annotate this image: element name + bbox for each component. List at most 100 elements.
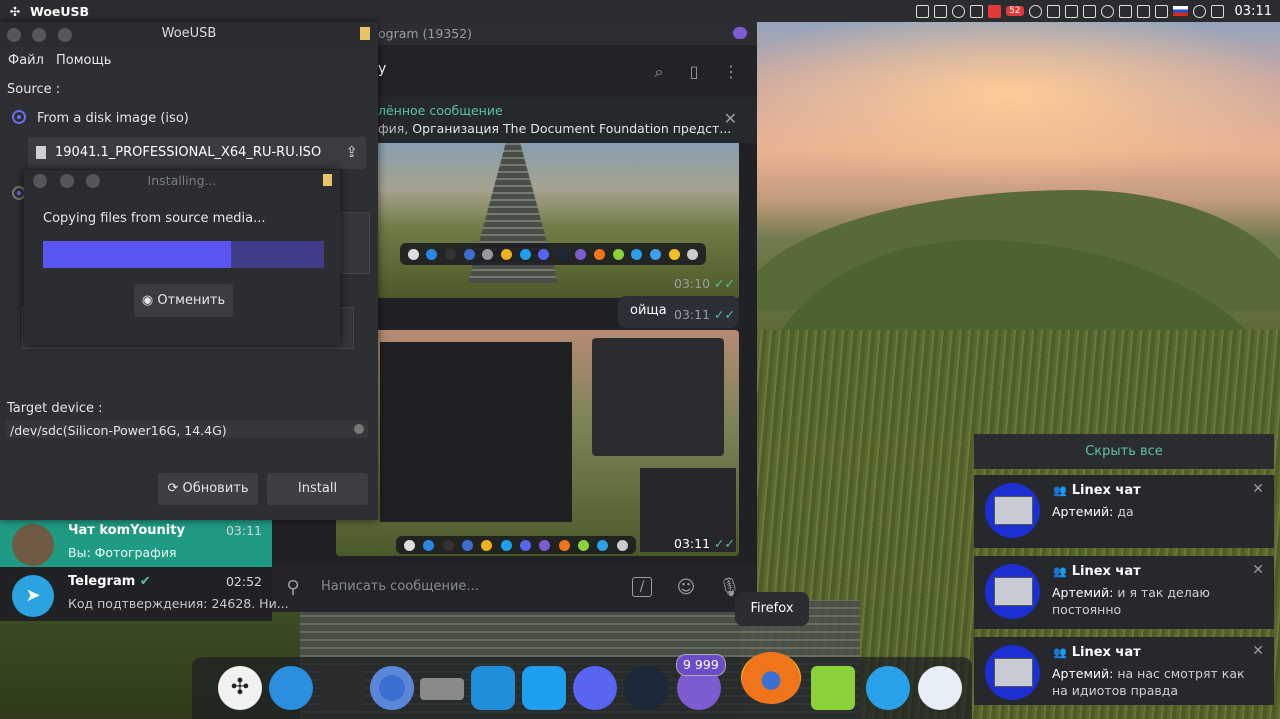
chat-preview: Код подтверждения: 24628. Ни... (68, 596, 289, 611)
finder-icon[interactable] (269, 666, 313, 710)
notification[interactable]: 👥 Linex чат Артемий: на нас смотрят как н… (974, 637, 1274, 705)
installing-titlebar[interactable]: Installing... (24, 170, 340, 192)
target-device-list[interactable]: /dev/sdc(Silicon-Power16G, 14.4G) (6, 420, 368, 438)
message-time: 03:11 ✓✓ (674, 536, 735, 551)
tray-icon[interactable] (916, 4, 930, 18)
iso-option-label[interactable]: From a disk image (iso) (37, 111, 189, 126)
launcher-icon[interactable]: ✣ (0, 4, 30, 19)
vm-icon[interactable] (420, 678, 464, 700)
chat-title: Telegram ✔ (68, 574, 151, 589)
progress-fill (43, 241, 232, 268)
app-store-icon[interactable] (522, 666, 566, 710)
target-device-item[interactable]: /dev/sdc(Silicon-Power16G, 14.4G) (10, 423, 227, 438)
windows-app-icon[interactable] (471, 666, 515, 710)
chromium-icon[interactable] (370, 666, 414, 710)
tray-icon[interactable] (1082, 4, 1096, 18)
firefox-icon[interactable] (741, 652, 801, 704)
more-icon[interactable]: ⋮ (722, 63, 740, 81)
menu-help[interactable]: Помощь (56, 53, 111, 68)
clock[interactable]: 03:11 (1235, 4, 1272, 19)
emoji-icon[interactable]: ☺ (675, 577, 697, 599)
close-notification-icon[interactable]: ✕ (1252, 481, 1264, 497)
source-label: Source : (7, 82, 61, 97)
keyboard-layout-flag-icon[interactable] (1172, 6, 1188, 16)
telegram-titlebar[interactable]: ogram (19352) (378, 22, 757, 45)
close-notification-icon[interactable]: ✕ (1252, 562, 1264, 578)
active-app-title: WoeUSB (30, 3, 90, 19)
avatar (12, 524, 54, 566)
tray-icon[interactable] (952, 4, 966, 18)
pinned-message[interactable]: лённое сообщение фия, Организация The Do… (378, 97, 757, 143)
upload-icon[interactable]: ⇪ (345, 143, 358, 161)
screenshot-dock (400, 243, 706, 265)
screenshot-devices-panel (592, 338, 724, 456)
screenshot-chat-pane (380, 342, 572, 522)
volume-icon[interactable] (1136, 4, 1150, 18)
search-icon[interactable]: ⌕ (650, 63, 668, 81)
chat-list-item[interactable]: Чат komYounity 03:11 Вы: Фотография (0, 516, 272, 570)
group-icon: 👥 (1053, 646, 1067, 659)
commands-icon[interactable]: / (632, 577, 652, 597)
notification-body: Артемий: на нас смотрят как на идиотов п… (1052, 666, 1245, 698)
location-icon[interactable] (1100, 4, 1114, 18)
status-message: Copying files from source media... (43, 211, 266, 226)
chat-name[interactable]: y (378, 61, 386, 77)
discord-icon[interactable] (573, 666, 617, 710)
message-time: 03:10 ✓✓ (674, 276, 735, 291)
woeusb-titlebar[interactable]: WoeUSB (0, 22, 378, 47)
sidebar-toggle-icon[interactable]: ▯ (685, 63, 703, 81)
tray-icon[interactable] (934, 4, 948, 18)
top-panel: ✣ WoeUSB 52 03:11 (0, 0, 1280, 22)
terminal-icon[interactable] (320, 666, 364, 710)
tray-icon[interactable] (970, 4, 984, 18)
installing-dialog: Installing... Copying files from source … (24, 170, 340, 345)
tray-icon[interactable] (1028, 4, 1042, 18)
keyboard-icon[interactable] (1154, 4, 1168, 18)
close-notification-icon[interactable]: ✕ (1252, 643, 1264, 659)
hide-all-notifications-button[interactable]: Скрыть все (974, 434, 1274, 469)
telegram-tray-icon[interactable] (733, 27, 747, 39)
unread-badge: 9 999 (676, 654, 726, 676)
target-label: Target device : (7, 401, 103, 416)
message-input[interactable]: Написать сообщение... (321, 579, 479, 594)
steam-icon[interactable] (624, 666, 668, 710)
tray-icon[interactable] (1064, 4, 1078, 18)
notification-title: 👥 Linex чат (1053, 483, 1141, 498)
pinned-preview: фия, Организация The Document Foundation… (378, 121, 732, 136)
iso-radio[interactable] (12, 110, 26, 124)
wifi-icon[interactable] (1192, 4, 1206, 18)
cube-app-icon[interactable] (811, 666, 855, 710)
photo-message[interactable] (378, 143, 739, 298)
screenshot-message[interactable]: 03:11 ✓✓ (336, 330, 739, 556)
notification-title: 👥 Linex чат (1053, 645, 1141, 660)
notification-title: 👥 Linex чат (1053, 564, 1141, 579)
tray-icon[interactable] (1046, 4, 1060, 18)
iso-file-chooser[interactable]: 19041.1_PROFESSIONAL_X64_RU-RU.ISO ⇪ (28, 137, 366, 169)
install-button[interactable]: Install (267, 473, 368, 505)
cancel-button[interactable]: ◉ Отменить (134, 284, 233, 317)
launcher-dock-icon[interactable]: ✣ (218, 666, 262, 710)
notification[interactable]: 👥 Linex чат Артемий: да ✕ (974, 475, 1274, 548)
mail-icon[interactable] (918, 666, 962, 710)
chat-time: 02:52 (225, 574, 262, 589)
tray-icon[interactable] (988, 4, 1002, 18)
compose-bar: ⚲ Написать сообщение... / ☺ 🎙 (272, 565, 757, 612)
screenshot-dock (396, 536, 636, 554)
telegram-logo-icon: ➤ (12, 575, 54, 617)
notification[interactable]: 👥 Linex чат Артемий: и я так делаю постоя… (974, 556, 1274, 629)
scroll-handle[interactable] (354, 424, 364, 434)
battery-icon[interactable] (1118, 4, 1132, 18)
pinned-title: лённое сообщение (378, 103, 503, 118)
chat-time: 03:11 (225, 523, 262, 538)
menu-file[interactable]: Файл (8, 53, 44, 68)
water-drop-icon[interactable] (866, 666, 910, 710)
chat-list-item[interactable]: ➤ Telegram ✔ 02:52 Код подтверждения: 24… (0, 567, 289, 621)
close-pinned-icon[interactable]: ✕ (724, 109, 737, 128)
window-title: WoeUSB (161, 26, 217, 41)
notification-icon[interactable] (1210, 4, 1224, 18)
chat-title: Чат komYounity (68, 523, 185, 538)
group-icon: 👥 (1053, 484, 1067, 497)
refresh-button[interactable]: ⟳ Обновить (158, 473, 258, 505)
iso-filename: 19041.1_PROFESSIONAL_X64_RU-RU.ISO (55, 145, 322, 160)
outgoing-message[interactable]: ойща 03:11 ✓✓ (618, 296, 739, 328)
